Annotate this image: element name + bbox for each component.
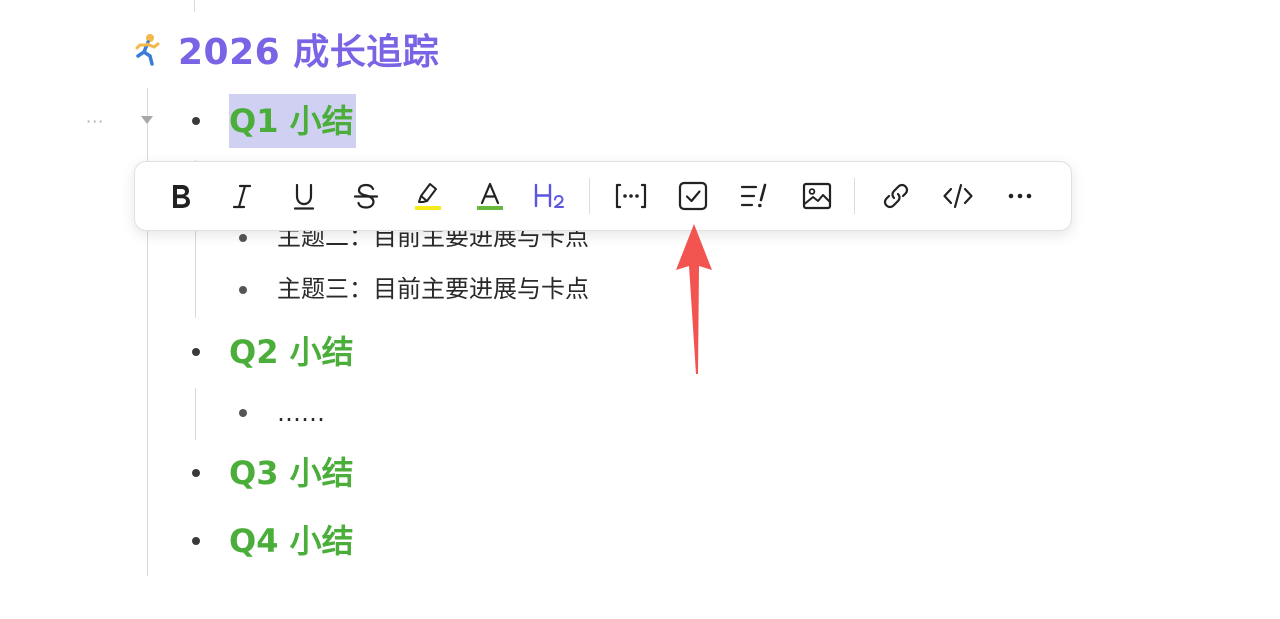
bold-button[interactable] [153,173,207,219]
block-reference-button[interactable] [604,173,658,219]
heading-icon [534,183,564,208]
section-heading-q3[interactable]: Q3 小结 [229,453,354,493]
bullet-q1-item[interactable] [239,286,247,294]
more-button[interactable] [993,173,1047,219]
running-person-icon [135,34,160,66]
top-indent-guide [194,0,195,12]
underline-button[interactable] [277,173,331,219]
code-button[interactable] [931,173,985,219]
more-horizontal-icon [1008,193,1032,199]
todo-button[interactable] [666,173,720,219]
document-title[interactable]: 2026 成长追踪 [178,23,439,75]
italic-button[interactable] [215,173,269,219]
bold-icon [173,185,190,208]
list-exclamation-icon [740,183,767,208]
bullet-q4[interactable] [192,537,200,545]
formatting-toolbar [134,161,1072,231]
bullet-q2[interactable] [192,348,200,356]
block-menu-handle[interactable]: ··· [86,112,104,131]
bullet-q1-item[interactable] [239,234,247,242]
bullet-q3[interactable] [192,469,200,477]
section-heading-q4[interactable]: Q4 小结 [229,521,354,561]
toolbar-divider [854,178,855,214]
document-title-row: 2026 成长追踪 [130,24,439,74]
text-color-button[interactable] [463,173,517,219]
q2-children-guide [195,388,196,440]
bracket-ellipsis-icon [615,183,647,209]
highlighter-icon [415,183,441,210]
list-item[interactable]: …… [277,398,325,428]
underline-icon [293,183,315,210]
section-heading-q1[interactable]: Q1 小结 [229,94,356,148]
strikethrough-button[interactable] [339,173,393,219]
image-icon [802,182,832,210]
image-button[interactable] [790,173,844,219]
italic-icon [232,184,252,209]
heading-button[interactable] [525,173,579,219]
toolbar-divider [589,178,590,214]
strikethrough-icon [353,183,379,209]
annotation-arrow-icon [676,224,712,374]
selected-text[interactable]: Q1 小结 [229,94,356,148]
callout-button[interactable] [728,173,782,219]
bullet-q2-item[interactable] [239,409,247,417]
link-icon [883,183,909,209]
link-button[interactable] [869,173,923,219]
list-item[interactable]: 主题三：目前主要进展与卡点 [277,274,589,304]
collapse-toggle-icon[interactable] [141,116,153,124]
highlight-button[interactable] [401,173,455,219]
bullet-q1[interactable] [192,117,200,125]
checkbox-icon [678,181,708,211]
text-color-icon [477,182,503,210]
section-heading-q2[interactable]: Q2 小结 [229,332,354,372]
code-icon [943,183,973,209]
